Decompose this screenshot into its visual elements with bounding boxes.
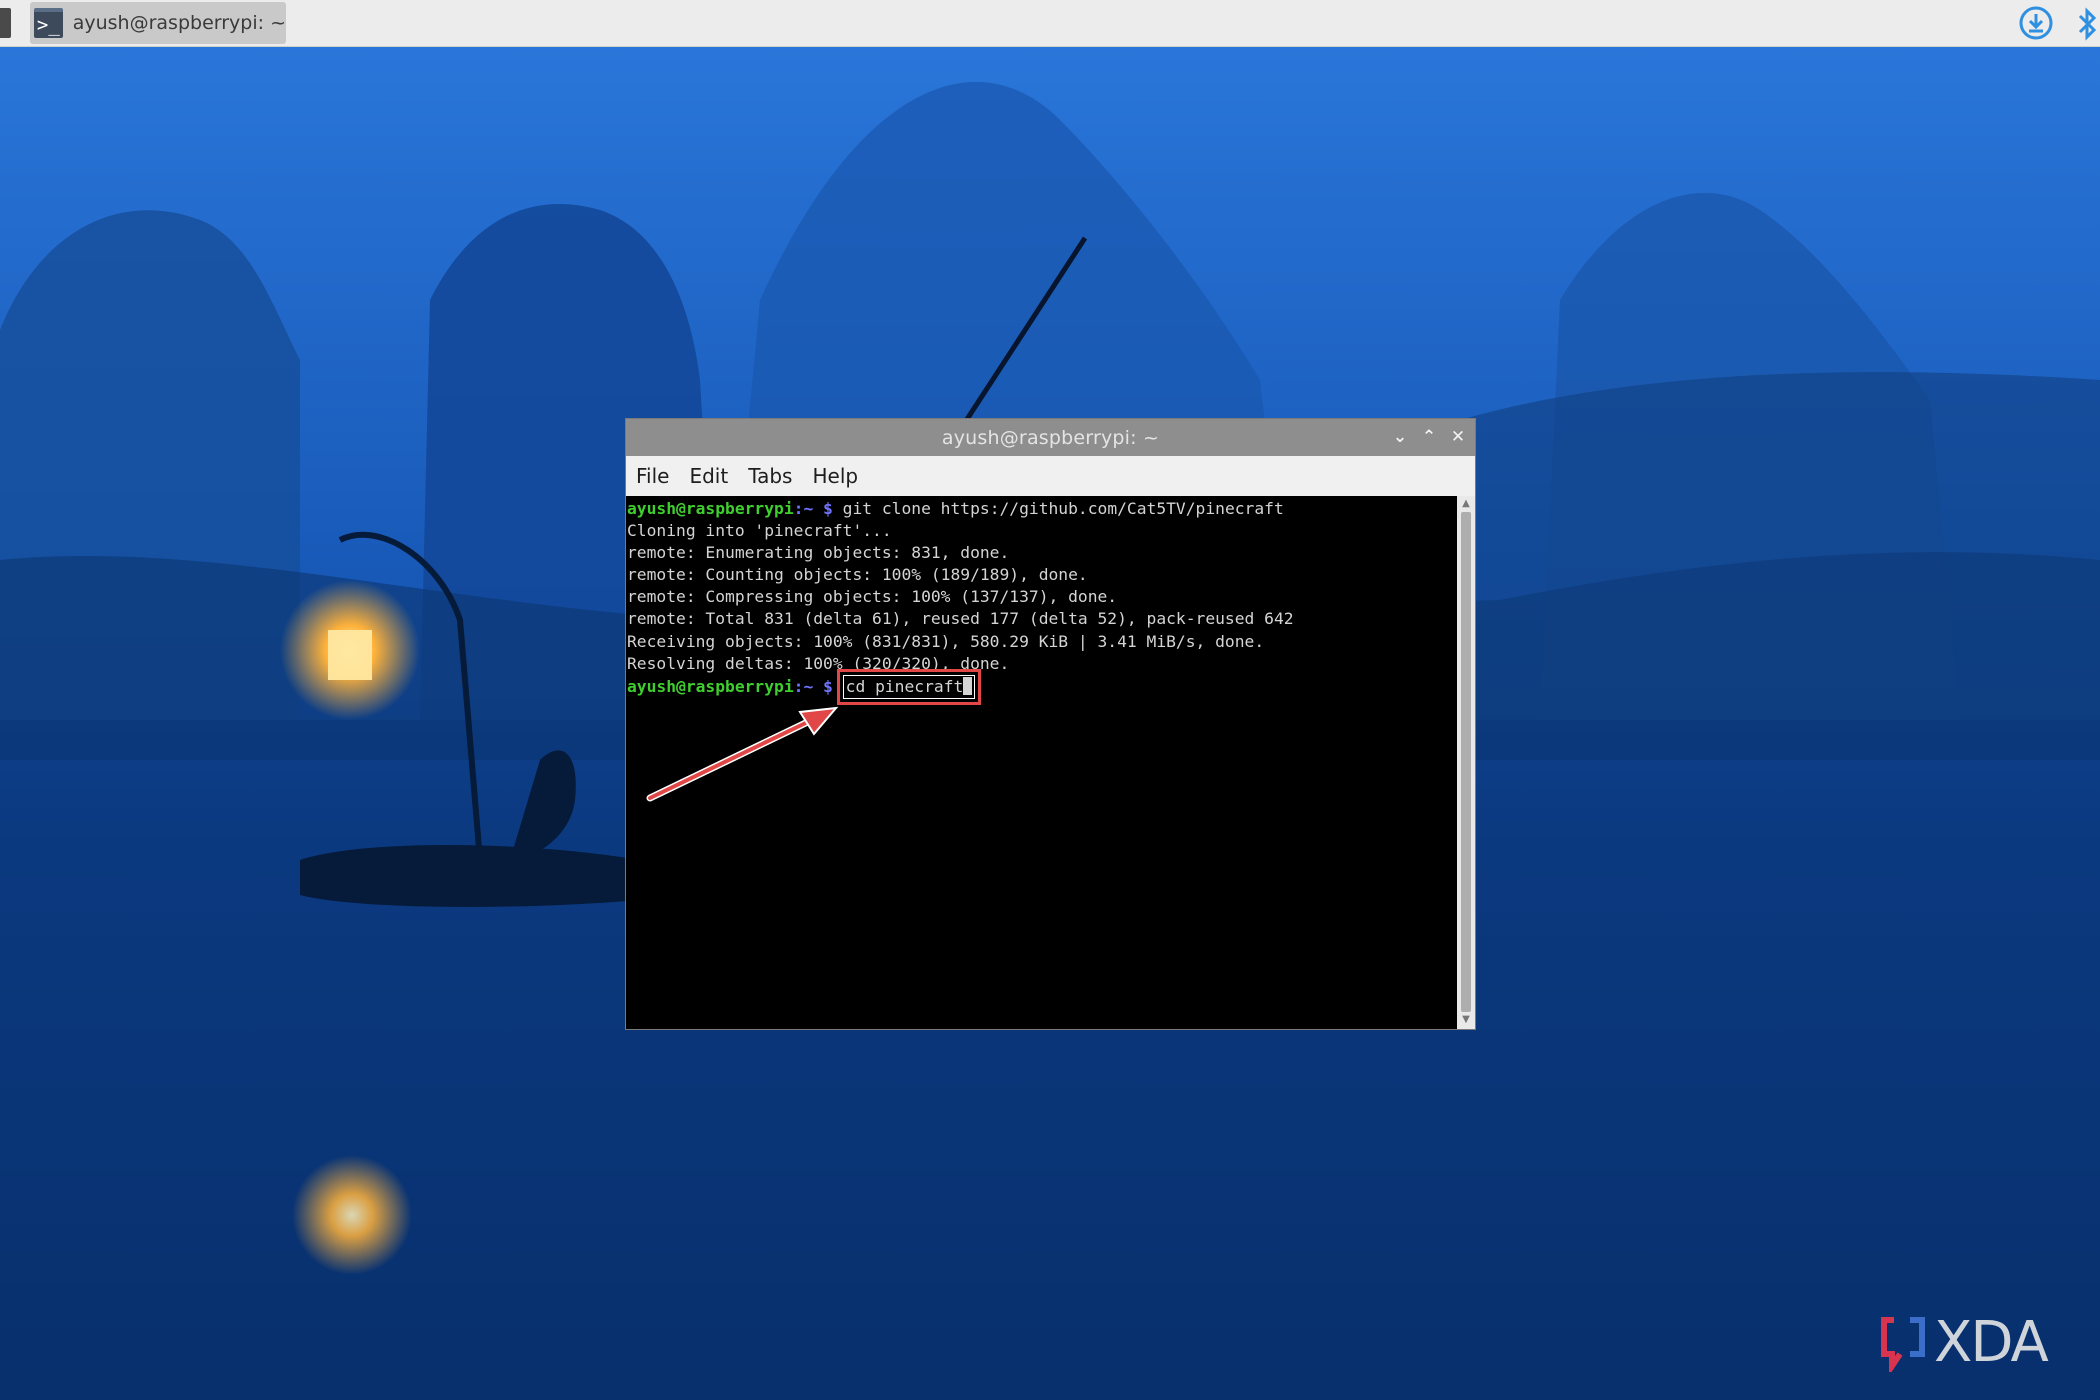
menu-edit[interactable]: Edit bbox=[689, 464, 728, 488]
xda-logo-icon bbox=[1881, 1316, 1925, 1372]
output-line: Receiving objects: 100% (831/831), 580.2… bbox=[627, 631, 1265, 651]
output-line: Resolving deltas: 100% (320/320), done. bbox=[627, 653, 1010, 673]
xda-wordmark: XDA bbox=[1934, 1310, 2049, 1375]
output-line: Cloning into 'pinecraft'... bbox=[627, 521, 892, 541]
menu-tabs[interactable]: Tabs bbox=[748, 464, 792, 488]
terminal-output[interactable]: ayush@raspberrypi:~ $ git clone https://… bbox=[626, 496, 1457, 1029]
output-line: remote: Compressing objects: 100% (137/1… bbox=[627, 587, 1118, 607]
maximize-icon[interactable]: ⌃ bbox=[1417, 425, 1441, 449]
output-line: remote: Enumerating objects: 831, done. bbox=[627, 543, 1010, 563]
command-text: git clone https://github.com/Cat5TV/pine… bbox=[832, 499, 1284, 518]
output-line: remote: Counting objects: 100% (189/189)… bbox=[627, 565, 1088, 585]
prompt-line: ayush@raspberrypi:~ $ cd pinecraft bbox=[627, 668, 982, 705]
prompt-line: ayush@raspberrypi:~ $ git clone https://… bbox=[627, 499, 1284, 518]
menu-help[interactable]: Help bbox=[812, 464, 858, 488]
window-titlebar[interactable]: ayush@raspberrypi: ~ ⌄ ⌃ ✕ bbox=[626, 419, 1475, 456]
menu-file[interactable]: File bbox=[636, 464, 669, 488]
terminal-icon: >_ bbox=[34, 8, 63, 38]
prompt-user: ayush@raspberrypi bbox=[627, 676, 794, 696]
terminal-window: ayush@raspberrypi: ~ ⌄ ⌃ ✕ File Edit Tab… bbox=[626, 419, 1475, 1029]
scroll-down-icon[interactable]: ▼ bbox=[1460, 1014, 1472, 1026]
output-line: remote: Total 831 (delta 61), reused 177… bbox=[627, 609, 1294, 629]
taskbar-window-button[interactable]: >_ ayush@raspberrypi: ~ bbox=[30, 2, 286, 44]
update-download-icon[interactable] bbox=[2018, 5, 2054, 41]
minimize-icon[interactable]: ⌄ bbox=[1388, 425, 1412, 449]
current-command: cd pinecraft bbox=[845, 676, 964, 696]
xda-watermark: XDA bbox=[1880, 1310, 2049, 1375]
text-cursor bbox=[963, 676, 973, 695]
terminal-scrollbar[interactable]: ▲ ▼ bbox=[1457, 496, 1475, 1029]
taskbar-window-label: ayush@raspberrypi: ~ bbox=[72, 12, 286, 34]
terminal-menubar: File Edit Tabs Help bbox=[626, 456, 1475, 496]
scrollbar-thumb[interactable] bbox=[1461, 512, 1471, 1012]
bluetooth-icon[interactable] bbox=[2076, 6, 2100, 42]
prompt-path: :~ $ bbox=[793, 676, 833, 696]
prompt-user: ayush@raspberrypi bbox=[627, 499, 794, 518]
close-icon[interactable]: ✕ bbox=[1446, 425, 1470, 449]
top-panel: >_ ayush@raspberrypi: ~ bbox=[0, 0, 2100, 47]
window-title: ayush@raspberrypi: ~ bbox=[941, 426, 1160, 449]
prompt-path: :~ $ bbox=[793, 499, 833, 518]
highlighted-command: cd pinecraft bbox=[836, 668, 982, 705]
app-menu-button[interactable] bbox=[0, 8, 11, 38]
scroll-up-icon[interactable]: ▲ bbox=[1460, 498, 1472, 510]
